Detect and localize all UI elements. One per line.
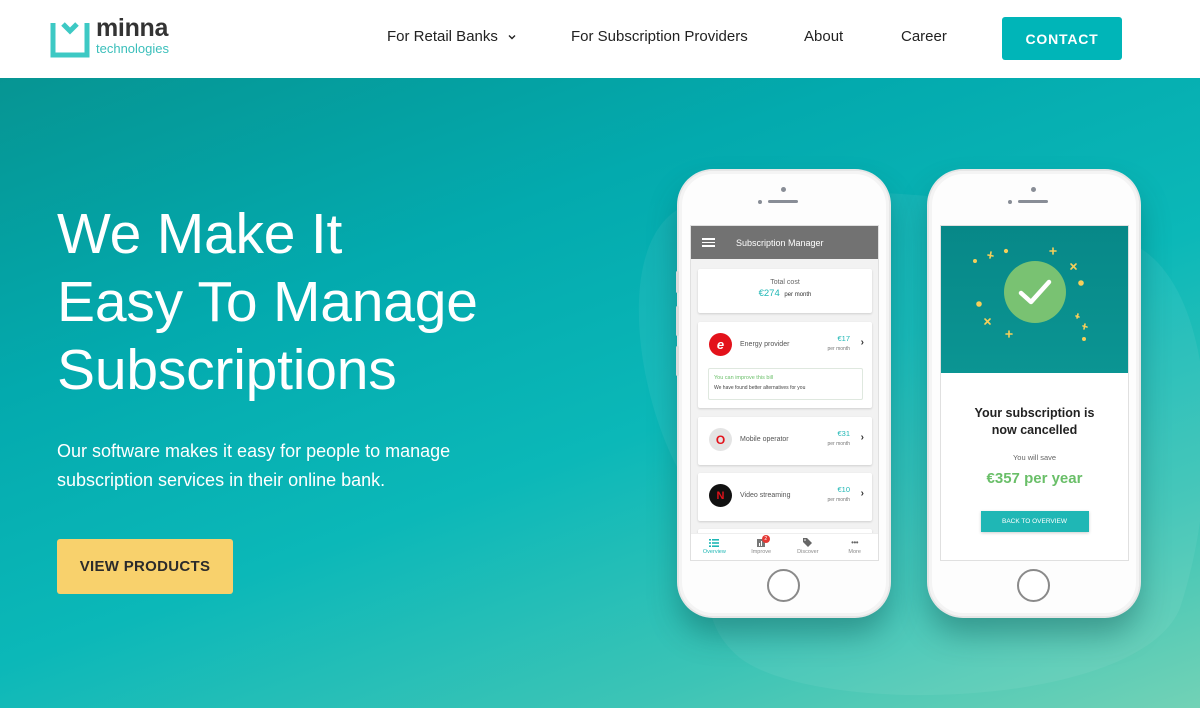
view-products-button[interactable]: VIEW PRODUCTS [57,539,233,594]
phone-side-button [676,271,679,293]
hero-title-line: Easy To Manage [57,270,478,334]
subscription-period: per month [827,497,850,503]
tab-label: Discover [797,549,819,555]
subscription-price: €10 [837,485,850,494]
savings-amount: €357 per year [986,470,1083,487]
total-amount-period: per month [784,292,812,298]
subscription-name: Energy provider [740,341,790,348]
tag-icon [785,538,832,547]
chevron-right-icon: › [860,488,864,499]
success-check-circle [1004,261,1066,323]
subscription-period: per month [827,441,850,447]
total-amount-value: €274 [758,288,780,299]
tip-headline: You can improve this bill [714,375,774,381]
phone-screen: Your subscription is now cancelled You w… [940,225,1129,561]
success-banner [941,226,1128,373]
hero-title-line: Subscriptions [57,338,397,402]
phone-mockup-cancellation: Your subscription is now cancelled You w… [929,171,1139,616]
nav-for-subscription-providers[interactable]: For Subscription Providers [571,28,748,45]
checkmark-icon [1018,279,1052,305]
back-to-overview-button[interactable]: BACK TO OVERVIEW [980,511,1089,532]
logo-subtitle: technologies [96,41,169,56]
bottom-tab-bar: Overview 2 Improve Discover ••• More [691,533,878,560]
subscription-name: Mobile operator [740,436,789,443]
phone-sensor [758,200,762,204]
logo[interactable]: minna technologies [50,14,169,58]
hamburger-menu-icon[interactable] [702,236,715,249]
tab-discover[interactable]: Discover [785,534,832,560]
mobile-operator-logo-icon: O [709,428,732,451]
nav-label: About [804,28,844,45]
subscription-item-video[interactable]: N Video streaming €10 per month › [698,473,872,521]
subscription-name: Video streaming [740,492,791,499]
improve-badge: 2 [761,535,770,543]
savings-label: You will save [1012,453,1057,462]
phone-speaker [1018,200,1048,203]
hero-description: Our software makes it easy for people to… [57,441,451,490]
phone-screen: Subscription Manager Total cost €274 per… [690,225,879,561]
logo-name: minna [96,14,169,42]
hero-title: We Make It Easy To Manage Subscriptions [57,200,478,404]
app-bar: Subscription Manager [691,226,878,259]
nav-career[interactable]: Career [901,28,947,45]
phone-home-button [1017,569,1050,602]
tab-overview[interactable]: Overview [691,534,738,560]
hero-section: We Make It Easy To Manage Subscriptions … [0,78,1200,708]
tab-more[interactable]: ••• More [831,534,878,560]
phone-side-button [676,346,679,376]
total-cost-card: Total cost €274 per month [698,269,872,313]
chevron-down-icon [508,34,516,39]
chevron-right-icon: › [860,432,864,443]
total-cost-amount: €274 per month [698,288,872,299]
phone-home-button [767,569,800,602]
improve-bill-tip[interactable]: You can improve this bill We have found … [708,368,863,400]
nav-about[interactable]: About [804,28,843,45]
site-header: minna technologies For Retail Banks For … [0,0,1200,78]
more-dots-icon: ••• [851,538,859,547]
total-cost-label: Total cost [770,279,800,286]
tab-label: Improve [751,549,772,555]
list-icon [691,538,738,547]
video-streaming-logo-icon: N [709,484,732,507]
phone-camera [1031,187,1036,192]
subscription-period: per month [827,346,850,352]
app-title: Subscription Manager [736,237,824,248]
tip-text: We have found better alternatives for yo… [714,385,806,391]
tab-improve[interactable]: 2 Improve [738,534,785,560]
tab-label: More [848,549,861,555]
phone-mockup-subscription-manager: Subscription Manager Total cost €274 per… [676,171,889,616]
energy-provider-logo-icon: e [709,333,732,356]
subscription-item-mobile[interactable]: O Mobile operator €31 per month › [698,417,872,465]
chevron-right-icon: › [860,337,864,348]
phone-side-button [676,306,679,336]
phone-sensor [1008,200,1012,204]
nav-for-retail-banks[interactable]: For Retail Banks [387,28,516,45]
cancellation-body: Your subscription is now cancelled You w… [941,373,1128,560]
subscription-price: €31 [837,429,850,438]
cancellation-title: Your subscription is now cancelled [974,406,1095,437]
subscription-item-energy[interactable]: e Energy provider €17 per month › You ca… [698,322,872,408]
phone-speaker [768,200,798,203]
logo-mark-icon [50,22,90,58]
phone-camera [781,187,786,192]
nav-label: Career [901,28,947,45]
subscription-price: €17 [837,334,850,343]
tab-label: Overview [702,549,726,555]
nav-label: For Subscription Providers [571,28,748,45]
nav-label: For Retail Banks [387,28,498,45]
contact-button[interactable]: CONTACT [1002,17,1122,60]
hero-title-line: We Make It [57,202,343,266]
